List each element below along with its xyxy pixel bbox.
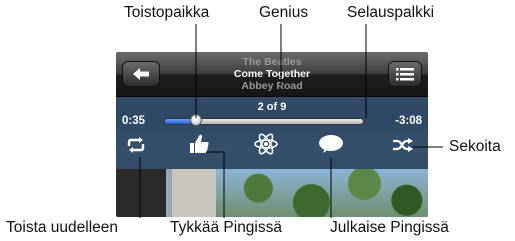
back-button[interactable] [122, 61, 160, 87]
artist-name: The Beatles [242, 56, 302, 68]
shuffle-icon [393, 138, 413, 152]
like-callout-label: Tykkää Pingissä [170, 219, 282, 236]
shuffle-callout-label: Sekoita [449, 138, 501, 155]
remaining-time: -3:08 [395, 115, 422, 127]
playhead-callout-label: Toistopaikka [124, 4, 210, 21]
album-name: Abbey Road [241, 80, 303, 92]
genius-callout-label: Genius [259, 4, 309, 21]
playhead-knob[interactable] [190, 114, 202, 126]
like-in-ping-button[interactable] [188, 134, 212, 159]
scrubber-callout-label: Selauspalkki [347, 4, 435, 21]
album-artwork [116, 169, 428, 217]
genius-atom-icon [254, 133, 278, 155]
repeat-callout-label: Toista uudelleen [6, 219, 119, 236]
track-position: 2 of 9 [257, 101, 287, 113]
genius-button[interactable] [254, 131, 278, 162]
post-in-ping-button[interactable] [318, 134, 344, 159]
playback-controls-panel: 2 of 9 0:35 -3:08 [116, 97, 428, 169]
speech-bubble-icon [319, 135, 343, 153]
song-title: Come Together [233, 68, 311, 80]
thumbs-up-icon [190, 134, 209, 153]
track-list-button[interactable] [388, 61, 422, 87]
repeat-button[interactable] [126, 137, 146, 158]
track-list-icon [396, 68, 414, 81]
album-artwork-scene [216, 169, 428, 217]
post-callout-label: Julkaise Pingissä [330, 219, 449, 236]
navigation-bar: The Beatles Come Together Abbey Road [116, 52, 428, 97]
back-arrow-icon [133, 68, 149, 80]
repeat-icon [127, 137, 145, 153]
elapsed-time: 0:35 [122, 115, 146, 127]
now-playing-screen: The Beatles Come Together Abbey Road 2 o… [116, 52, 428, 217]
shuffle-button[interactable] [392, 137, 414, 158]
